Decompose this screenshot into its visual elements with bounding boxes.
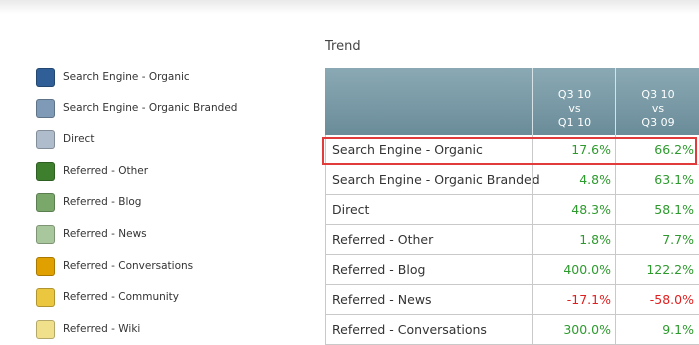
legend-swatch <box>36 225 55 244</box>
header-line: Q3 09 <box>641 116 675 129</box>
row-value-q1: 4.8% <box>532 165 615 194</box>
row-value-q3: 9.1% <box>615 315 699 344</box>
legend-label: Search Engine - Organic <box>63 71 190 83</box>
table-header: Q3 10 vs Q1 10 Q3 10 vs Q3 09 <box>325 68 699 135</box>
header-line: Q1 10 <box>557 116 592 129</box>
row-value-q3: -58.0% <box>615 285 699 314</box>
row-value-q1: -17.1% <box>532 285 615 314</box>
table-row[interactable]: Referred - Blog 400.0% 122.2% <box>325 255 699 285</box>
row-value-q1: 300.0% <box>532 315 615 344</box>
row-value-q3: 7.7% <box>615 225 699 254</box>
header-line: Q3 10 <box>641 88 675 101</box>
top-shadow <box>0 0 699 14</box>
row-value-q3: 63.1% <box>615 165 699 194</box>
table-row[interactable]: Referred - Other 1.8% 7.7% <box>325 225 699 255</box>
legend-label: Referred - Conversations <box>63 260 194 272</box>
table-row[interactable]: Direct 48.3% 58.1% <box>325 195 699 225</box>
selected-row-highlight <box>322 137 697 165</box>
table-row[interactable]: Search Engine - Organic Branded 4.8% 63.… <box>325 165 699 195</box>
header-line: vs <box>651 102 665 115</box>
header-col-q3[interactable]: Q3 10 vs Q3 09 <box>615 68 699 135</box>
row-name: Referred - News <box>325 285 532 314</box>
legend-label: Referred - Other <box>63 165 149 177</box>
row-value-q3: 122.2% <box>615 255 699 284</box>
legend-label: Referred - Community <box>63 291 180 303</box>
row-name: Direct <box>325 195 532 224</box>
legend-label: Search Engine - Organic Branded <box>63 102 238 114</box>
legend-swatch <box>36 99 55 118</box>
legend-label: Referred - Wiki <box>63 323 141 335</box>
row-name: Referred - Conversations <box>325 315 532 344</box>
legend-label: Referred - Blog <box>63 196 142 208</box>
header-line: vs <box>568 102 581 115</box>
row-value-q1: 48.3% <box>532 195 615 224</box>
row-name: Referred - Other <box>325 225 532 254</box>
header-col-q1[interactable]: Q3 10 vs Q1 10 <box>532 68 616 135</box>
legend-swatch <box>36 193 55 212</box>
row-name: Search Engine - Organic Branded <box>325 165 540 194</box>
row-value-q1: 400.0% <box>532 255 615 284</box>
trend-title: Trend <box>325 39 361 54</box>
row-name: Referred - Blog <box>325 255 532 284</box>
header-name-cell <box>325 68 532 135</box>
row-value-q1: 1.8% <box>532 225 615 254</box>
table-row[interactable]: Referred - News -17.1% -58.0% <box>325 285 699 315</box>
header-line: Q3 10 <box>557 88 592 101</box>
legend-swatch <box>36 68 55 87</box>
row-value-q3: 58.1% <box>615 195 699 224</box>
legend-swatch <box>36 162 55 181</box>
legend-swatch <box>36 130 55 149</box>
legend-swatch <box>36 257 55 276</box>
legend-swatch <box>36 320 55 339</box>
legend-swatch <box>36 288 55 307</box>
legend-label: Direct <box>63 133 95 145</box>
legend-label: Referred - News <box>63 228 147 240</box>
